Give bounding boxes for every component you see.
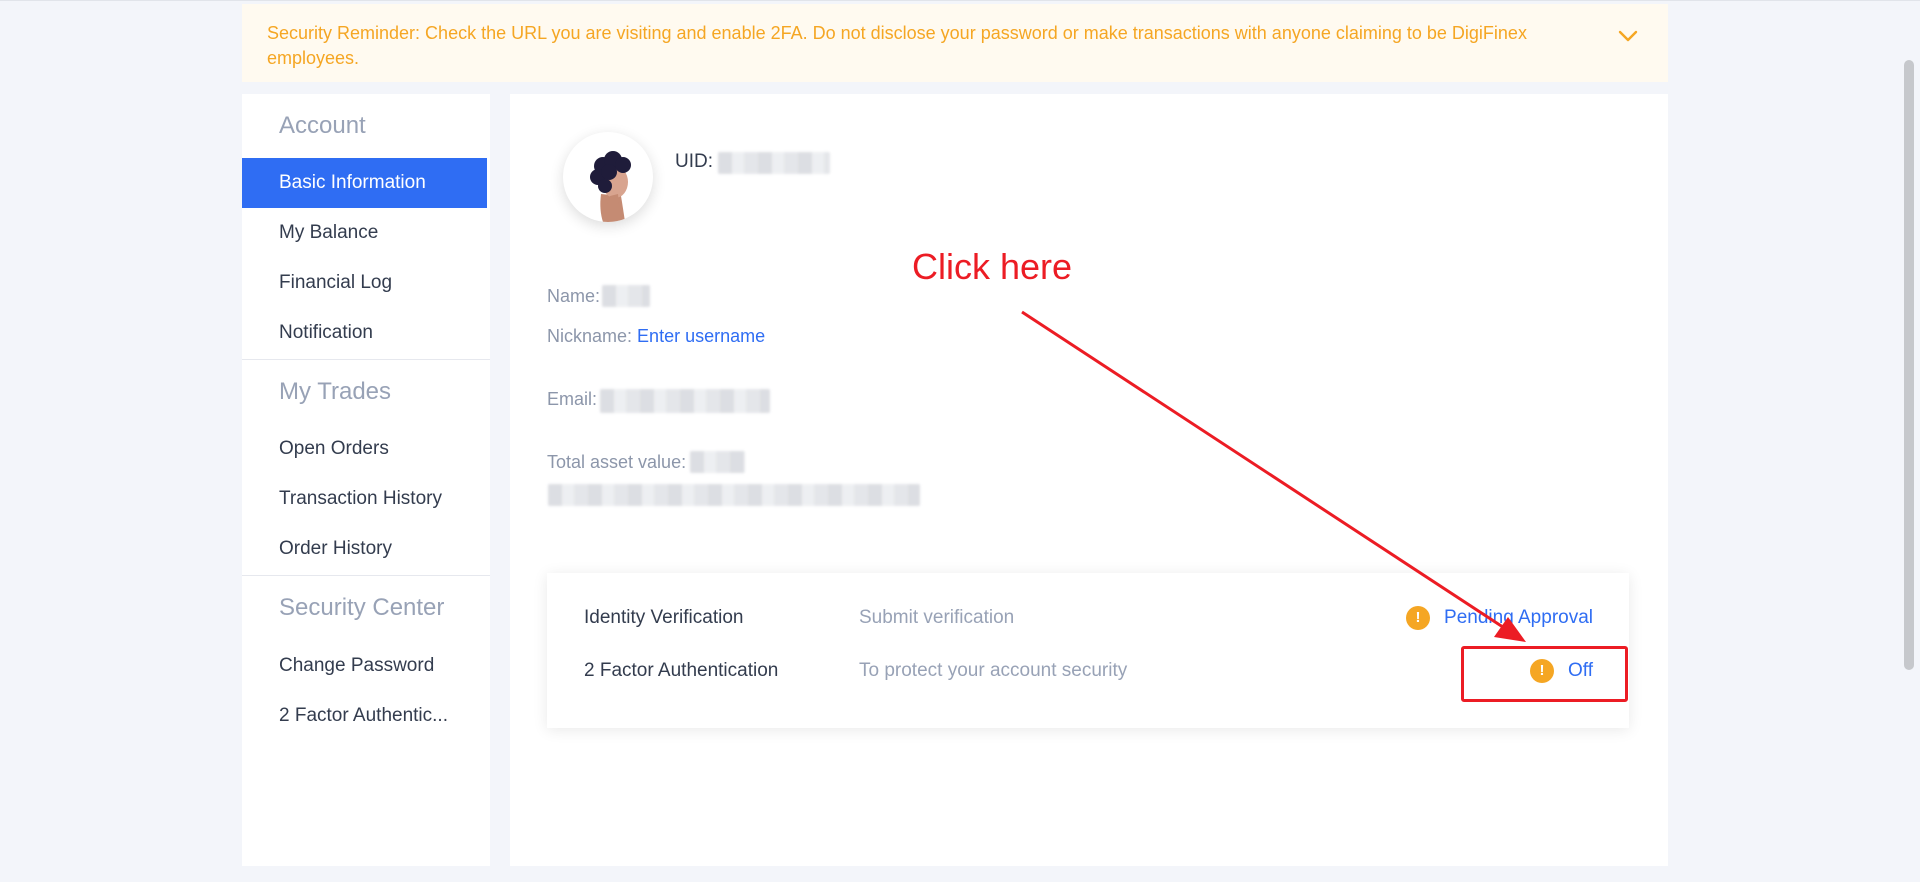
enter-username-link[interactable]: Enter username bbox=[637, 326, 765, 346]
sidebar-item-change-password[interactable]: Change Password bbox=[242, 641, 487, 691]
pending-approval-link[interactable]: Pending Approval bbox=[1444, 603, 1593, 633]
email-value-redacted bbox=[600, 389, 770, 413]
uid-value-redacted bbox=[718, 152, 830, 174]
sidebar-group-account: Account bbox=[279, 112, 366, 139]
sidebar-item-2fa[interactable]: 2 Factor Authentic... bbox=[242, 691, 487, 741]
main-panel: UID: Name: Nickname: Enter username Emai… bbox=[510, 94, 1668, 866]
sidebar-group-my-trades: My Trades bbox=[279, 378, 392, 405]
top-border bbox=[0, 0, 1920, 1]
sidebar-item-notification[interactable]: Notification bbox=[242, 308, 487, 358]
sidebar-item-open-orders[interactable]: Open Orders bbox=[242, 424, 487, 474]
asset-value-redacted bbox=[690, 451, 745, 473]
sidebar-group-security-center: Security Center bbox=[279, 594, 445, 621]
identity-verification-status[interactable]: ! Pending Approval bbox=[1406, 603, 1593, 633]
nickname-label: Nickname: bbox=[547, 326, 633, 346]
name-label: Name: bbox=[547, 286, 601, 306]
identity-verification-title: Identity Verification bbox=[584, 607, 744, 628]
sidebar: Account Basic Information My Balance Fin… bbox=[242, 94, 490, 866]
sidebar-item-financial-log[interactable]: Financial Log bbox=[242, 258, 487, 308]
avatar-illustration-icon bbox=[590, 151, 631, 222]
email-label: Email: bbox=[547, 389, 598, 409]
asset-equivalent-redacted bbox=[548, 484, 920, 506]
name-value-redacted bbox=[602, 285, 650, 307]
avatar[interactable] bbox=[563, 132, 653, 222]
total-asset-label: Total asset value: bbox=[547, 452, 687, 472]
sidebar-item-my-balance[interactable]: My Balance bbox=[242, 208, 487, 258]
two-factor-desc: To protect your account security bbox=[859, 660, 1128, 681]
sidebar-item-transaction-history[interactable]: Transaction History bbox=[242, 474, 487, 524]
identity-verification-desc: Submit verification bbox=[859, 607, 1015, 628]
warning-icon: ! bbox=[1406, 606, 1431, 630]
scrollbar[interactable] bbox=[1904, 60, 1914, 670]
annotation-click-here: Click here bbox=[912, 246, 1073, 287]
uid-label: UID: bbox=[675, 151, 713, 172]
security-reminder-banner: Security Reminder: Check the URL you are… bbox=[242, 4, 1668, 82]
two-factor-title: 2 Factor Authentication bbox=[584, 660, 779, 681]
security-reminder-text: Security Reminder: Check the URL you are… bbox=[267, 23, 1527, 68]
nickname-row: Nickname: Enter username bbox=[547, 326, 765, 347]
identity-verification-row: Identity Verification Submit verificatio… bbox=[547, 603, 1629, 633]
sidebar-divider bbox=[242, 359, 490, 360]
sidebar-item-basic-information[interactable]: Basic Information bbox=[242, 158, 487, 208]
annotation-highlight-box bbox=[1461, 646, 1628, 702]
sidebar-item-order-history[interactable]: Order History bbox=[242, 524, 487, 574]
sidebar-divider bbox=[242, 575, 490, 576]
chevron-down-icon[interactable] bbox=[1616, 24, 1640, 48]
